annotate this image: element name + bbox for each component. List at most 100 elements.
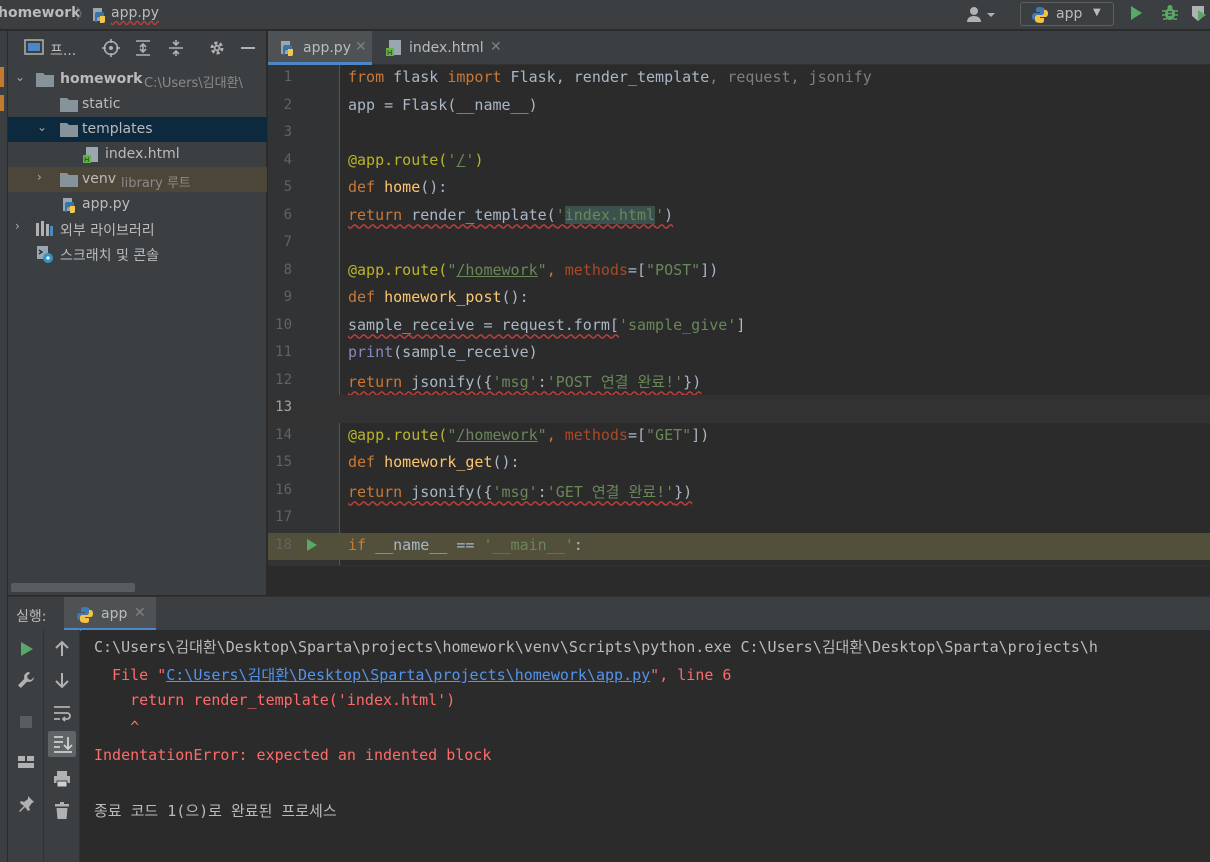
tree-item-external-libraries[interactable]: › 외부 라이브러리 [8,216,267,241]
tree-item-venv[interactable]: › venv library 루트 [8,167,267,192]
up-arrow-icon[interactable] [52,639,72,659]
tree-item-label: 스크래치 및 콘솔 [60,248,160,264]
tree-item-static[interactable]: static [8,92,267,117]
collapse-all-icon[interactable] [168,39,184,61]
code-line-highlighted[interactable]: 18 if __name__ == '__main__': [268,532,1210,560]
code-line[interactable]: 16 return jsonify({'msg':'GET 연결 완료!'}) [268,478,1210,506]
pin-icon[interactable] [16,794,36,814]
run-console-output[interactable]: C:\Users\김대환\Desktop\Sparta\projects\hom… [81,630,1210,862]
debug-icon[interactable] [1160,3,1180,27]
code-line[interactable]: 2 app = Flask(__name__) [268,93,1210,121]
breadcrumb-file[interactable]: app.py [111,5,159,21]
close-icon[interactable]: ✕ [490,39,502,55]
project-tool-marker[interactable] [0,67,4,87]
wrench-icon[interactable] [16,670,36,690]
code-line[interactable]: 3 [268,120,1210,148]
chevron-right-icon[interactable]: › [15,219,27,233]
structure-tool-marker[interactable] [0,95,4,111]
coverage-icon[interactable] [1190,4,1210,26]
code-line[interactable]: 11 print(sample_receive) [268,340,1210,368]
console-file-link[interactable]: C:\Users\김대환\Desktop\Sparta\projects\hom… [166,666,650,684]
horizontal-scrollbar[interactable] [11,583,135,592]
scroll-to-end-icon[interactable] [48,731,76,757]
print-icon[interactable] [52,769,72,789]
gear-icon[interactable] [208,39,226,61]
line-number: 9 [283,289,292,305]
expand-all-icon[interactable] [135,39,151,61]
run-configuration-select[interactable]: app ▼ [1020,2,1114,26]
token: }) [674,482,693,501]
code-line[interactable]: 14 @app.route("/homework", methods=["GET… [268,423,1210,451]
token: jsonify({ [402,482,493,501]
token: @app.route( [348,425,448,444]
token: =[ [627,260,647,279]
token: Flask, render_template [501,68,710,86]
code-line-current[interactable]: 13 [268,395,1210,423]
user-icon[interactable] [966,6,996,24]
tree-item-app-py[interactable]: app.py [8,192,267,217]
run-gutter-icon[interactable] [306,538,318,556]
token: ' [555,205,565,224]
code-line[interactable]: 17 [268,505,1210,533]
code-editor[interactable]: 1 from flask import Flask, render_templa… [268,65,1210,565]
code-line[interactable]: 1 from flask import Flask, render_templa… [268,65,1210,93]
stop-icon[interactable] [16,712,36,732]
tree-item-homework[interactable]: ⌄ homework C:\Users\김대환\ [8,67,267,92]
token: 'POST 연결 완료!' [546,372,684,391]
line-number: 17 [275,509,292,525]
chevron-down-icon[interactable]: ⌄ [15,70,27,84]
close-icon[interactable]: ✕ [355,39,367,55]
code-line[interactable]: 5 def home(): [268,175,1210,203]
code-text: return render_template('index.html') [348,205,673,224]
code-line[interactable]: 4 @app.route('/') [268,148,1210,176]
line-number: 7 [283,234,292,250]
code-line[interactable]: 7 [268,230,1210,258]
code-line[interactable]: 8 @app.route("/homework", methods=["POST… [268,258,1210,286]
token: , [709,68,728,86]
token: /homework [456,425,538,444]
minimize-icon[interactable] [240,39,256,61]
chevron-down-icon[interactable]: ⌄ [37,120,49,134]
console-exit-message: 종료 코드 1(으)로 완료된 프로세스 [94,802,337,820]
line-number: 1 [283,69,292,85]
code-text: app = Flask(__name__) [348,96,538,114]
run-tab-app[interactable]: app ✕ [64,597,156,631]
layout-icon[interactable] [16,752,36,772]
code-line[interactable]: 15 def homework_get(): [268,450,1210,478]
run-icon[interactable] [1128,4,1144,26]
token: " [537,260,547,279]
project-panel-title[interactable]: 프... [50,40,76,60]
tab-index-html[interactable]: H index.html ✕ [374,31,506,65]
project-view-icon[interactable] [24,39,44,59]
chevron-right-icon[interactable]: › [37,170,49,184]
token: 'msg' [492,482,538,501]
run-panel-label: 실행: [16,609,47,625]
token: home [384,178,421,196]
code-line[interactable]: 12 return jsonify({'msg':'POST 연결 완료!'}) [268,368,1210,396]
token: /homework [456,260,538,279]
run-icon[interactable] [16,639,36,659]
code-text: from flask import Flask, render_template… [348,68,872,86]
folder-icon [60,122,78,141]
token: render_template( [402,205,556,224]
tree-item-index-html[interactable]: H index.html [8,142,267,167]
locate-icon[interactable] [102,39,120,61]
line-number: 15 [275,454,292,470]
code-line[interactable]: 10 sample_receive = request.form['sample… [268,313,1210,341]
console-text: ", line 6 [650,666,732,684]
code-line[interactable]: 9 def homework_post(): [268,285,1210,313]
console-code-line: return render_template('index.html') [94,691,456,709]
tree-item-scratches[interactable]: 스크래치 및 콘솔 [8,241,267,266]
code-line[interactable]: 6 return render_template('index.html') [268,203,1210,231]
tab-app-py[interactable]: app.py ✕ [268,31,372,65]
run-toolbar-primary [8,630,44,862]
token: ] [736,315,746,334]
close-icon[interactable]: ✕ [134,605,146,621]
tree-item-templates[interactable]: ⌄ templates [8,117,267,142]
soft-wrap-icon[interactable] [52,703,72,723]
token: app = Flask(__name__) [348,95,538,114]
breadcrumb-project[interactable]: homework [0,5,80,21]
trash-icon[interactable] [52,801,72,821]
down-arrow-icon[interactable] [52,670,72,690]
